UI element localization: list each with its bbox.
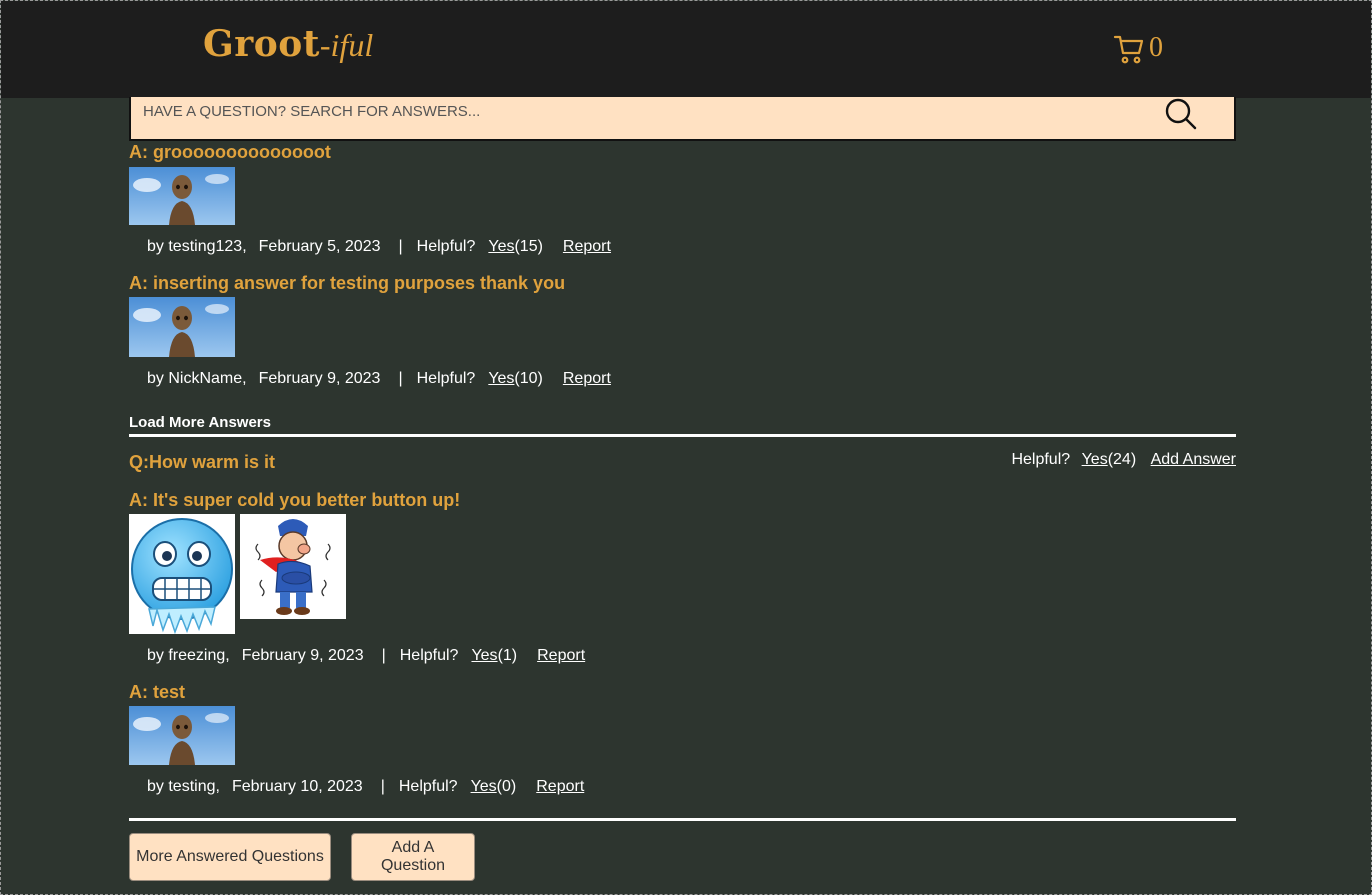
helpful-yes-link[interactable]: Yes: [488, 238, 514, 256]
answer-date: February 9, 2023: [258, 370, 381, 387]
answer-author: freezing,: [168, 647, 230, 664]
helpful-count: (10): [514, 370, 543, 387]
answer-photo-groot[interactable]: [129, 706, 235, 765]
question-title: Q:How warm is it: [129, 452, 276, 472]
answer-photo-freezing-emoji[interactable]: [129, 514, 235, 634]
cart-button[interactable]: 0: [1113, 31, 1163, 65]
meta-separator: |: [380, 778, 385, 795]
answer-date: February 5, 2023: [258, 238, 381, 255]
by-label: by: [147, 238, 164, 255]
load-more-answers-button[interactable]: Load More Answers: [129, 414, 271, 431]
helpful-count: (15): [514, 238, 543, 255]
question-actions: Helpful? Yes(24) Add Answer: [1011, 451, 1236, 469]
search-input[interactable]: [141, 97, 1145, 125]
meta-separator: |: [398, 370, 403, 387]
report-link[interactable]: Report: [537, 647, 585, 665]
question-helpful-label: Helpful?: [1011, 451, 1071, 468]
answer-title: A: test: [129, 682, 186, 702]
helpful-label: Helpful?: [416, 238, 476, 255]
add-answer-link[interactable]: Add Answer: [1151, 451, 1236, 468]
helpful-yes-link[interactable]: Yes: [488, 370, 514, 388]
report-link[interactable]: Report: [563, 238, 611, 256]
cart-count: 0: [1149, 32, 1163, 63]
answer-meta: by testing123, February 5, 2023 | Helpfu…: [147, 238, 611, 256]
question-helpful-yes-link[interactable]: Yes: [1082, 451, 1108, 468]
answer-title: A: inserting answer for testing purposes…: [129, 273, 566, 293]
section-divider: [129, 818, 1236, 821]
helpful-count: (1): [497, 647, 518, 664]
report-link[interactable]: Report: [563, 370, 611, 388]
answer-photo-groot[interactable]: [129, 167, 235, 225]
answer-author: NickName,: [168, 370, 247, 387]
answer-title: A: It's super cold you better button up!: [129, 490, 461, 510]
answer-author: testing123,: [168, 238, 247, 255]
by-label: by: [147, 370, 164, 387]
helpful-yes-link[interactable]: Yes: [471, 647, 497, 665]
search-icon[interactable]: [1163, 97, 1199, 131]
helpful-yes-link[interactable]: Yes: [471, 778, 497, 796]
by-label: by: [147, 778, 164, 795]
helpful-label: Helpful?: [399, 647, 459, 664]
meta-separator: |: [398, 238, 403, 255]
by-label: by: [147, 647, 164, 664]
more-answered-questions-button[interactable]: More Answered Questions: [129, 833, 331, 881]
helpful-label: Helpful?: [398, 778, 458, 795]
shopping-cart-icon: [1113, 35, 1144, 64]
helpful-label: Helpful?: [416, 370, 476, 387]
brand-sub: -iful: [319, 27, 374, 63]
add-a-question-button[interactable]: Add A Question: [351, 833, 475, 881]
answer-meta: by freezing, February 9, 2023 | Helpful?…: [147, 647, 585, 665]
answer-title: A: groooooooooooooot: [129, 142, 331, 162]
answer-photo-groot[interactable]: [129, 297, 235, 357]
answer-author: testing,: [168, 778, 220, 795]
answer-date: February 9, 2023: [241, 647, 364, 664]
answer-date: February 10, 2023: [231, 778, 363, 795]
navbar: Groot-iful 0: [1, 1, 1371, 98]
section-divider: [129, 434, 1236, 437]
answer-meta: by NickName, February 9, 2023 | Helpful?…: [147, 370, 611, 388]
answer-meta: by testing, February 10, 2023 | Helpful?…: [147, 778, 584, 796]
report-link[interactable]: Report: [536, 778, 584, 796]
question-helpful-count: (24): [1107, 451, 1137, 468]
answer-photo-shivering-man[interactable]: [240, 514, 346, 619]
helpful-count: (0): [496, 778, 517, 795]
search-bar: [129, 97, 1236, 141]
brand-main: Groot: [203, 23, 320, 65]
brand-logo[interactable]: Groot-iful: [203, 23, 373, 65]
meta-separator: |: [381, 647, 386, 664]
